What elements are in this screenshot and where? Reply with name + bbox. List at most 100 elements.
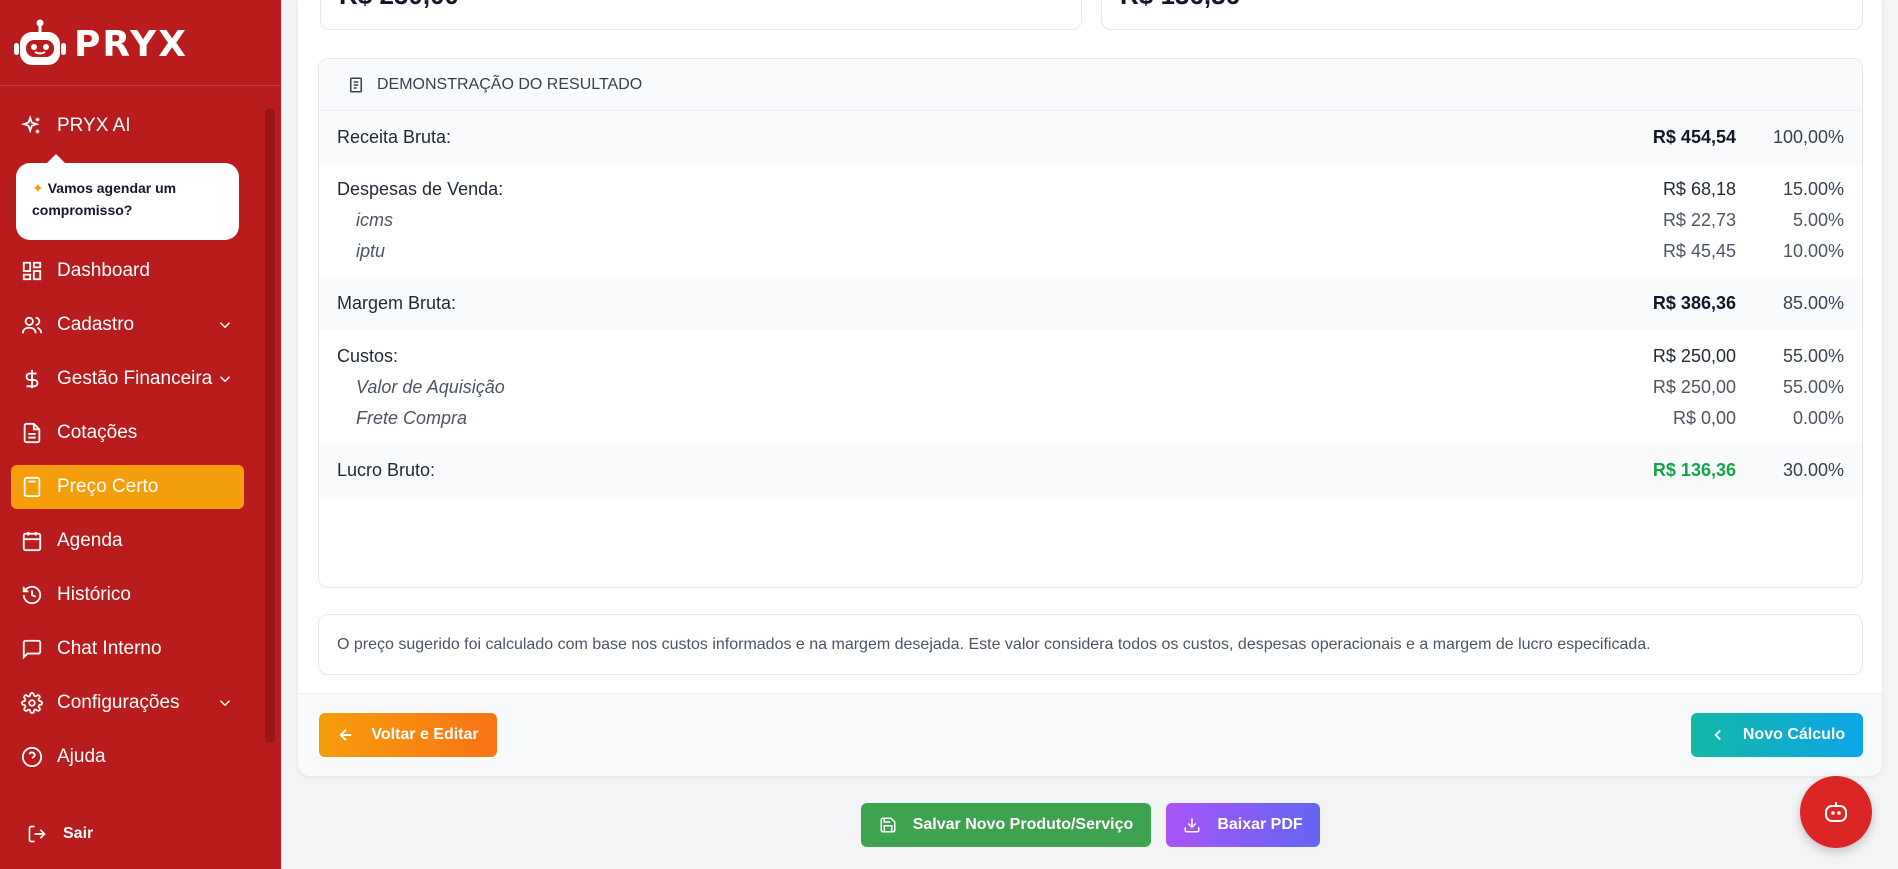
row-percent: 55.00%: [1782, 345, 1844, 366]
ai-assistant-button[interactable]: [1800, 776, 1872, 848]
sidebar-item-label: Dashboard: [57, 260, 150, 281]
new-calculation-button[interactable]: Novo Cálculo: [1691, 713, 1863, 757]
logo[interactable]: PRYX: [14, 14, 188, 74]
sidebar: PRYX PRYX AI ✦ Vamos agendar um compromis…: [0, 0, 281, 869]
row-label: Despesas de Venda:: [337, 178, 504, 199]
row-value: R$ 454,54: [1652, 127, 1736, 147]
sidebar-item-label: Cadastro: [57, 314, 135, 335]
summary-box-right: R$ 136,36: [1101, 0, 1863, 30]
row-percent: 85.00%: [1782, 293, 1844, 313]
download-icon: [1184, 818, 1200, 833]
sidebar-item-cotacoes[interactable]: Cotações: [11, 411, 244, 455]
sidebar-item-preco-certo[interactable]: Preço Certo: [11, 465, 244, 509]
sidebar-item-label: Chat Interno: [57, 638, 162, 659]
download-pdf-button[interactable]: Baixar PDF: [1166, 803, 1320, 847]
logout-icon: [28, 825, 46, 843]
row-percent: 10.00%: [1782, 240, 1844, 261]
save-product-button[interactable]: Salvar Novo Produto/Serviço: [861, 803, 1151, 847]
sidebar-item-label: Gestão Financeira: [57, 368, 213, 389]
row-percent: 0.00%: [1792, 407, 1844, 428]
row-label: Valor de Aquisição: [356, 376, 505, 397]
gear-icon: [21, 692, 43, 714]
price-note-text: O preço sugerido foi calculado com base …: [337, 635, 1651, 653]
sidebar-item-label: Preço Certo: [57, 476, 159, 497]
row-label: Custos:: [337, 345, 399, 366]
row-value: R$ 386,36: [1652, 293, 1736, 313]
price-note: O preço sugerido foi calculado com base …: [318, 614, 1863, 675]
row-value: R$ 45,45: [1662, 240, 1736, 261]
sidebar-item-gestao-financeira[interactable]: Gestão Financeira: [11, 357, 244, 401]
robot-icon: [1825, 802, 1847, 822]
chat-icon: [22, 639, 42, 660]
row-despesa-item: icms R$ 22,73 5.00%: [319, 205, 1862, 235]
chevron-left-icon: [1714, 729, 1721, 741]
sidebar-item-ajuda[interactable]: Ajuda: [11, 735, 244, 779]
sidebar-item-cadastro[interactable]: Cadastro: [11, 303, 244, 347]
save-icon: [880, 817, 896, 833]
card-footer: [298, 693, 1882, 776]
income-statement-header: DEMONSTRAÇÃO DO RESULTADO: [319, 59, 1862, 111]
row-label: Receita Bruta:: [337, 127, 452, 147]
calendar-icon: [22, 531, 42, 552]
document-icon: [350, 77, 362, 92]
dollar-icon: [25, 369, 39, 389]
row-margem-bruta: Margem Bruta: R$ 386,36 85.00%: [319, 277, 1862, 330]
row-value: R$ 22,73: [1662, 209, 1736, 230]
document-icon: [23, 422, 41, 444]
row-despesa-item: iptu R$ 45,45 10.00%: [319, 236, 1862, 266]
logout-button[interactable]: Sair: [11, 812, 93, 856]
row-percent: 15.00%: [1782, 178, 1844, 199]
row-lucro-bruto: Lucro Bruto: R$ 136,36 30.00%: [319, 444, 1862, 497]
sidebar-item-label: PRYX AI: [57, 115, 131, 136]
sidebar-item-historico[interactable]: Histórico: [11, 573, 244, 617]
row-label: Frete Compra: [356, 407, 468, 428]
robot-logo-icon: [14, 19, 66, 65]
back-edit-button[interactable]: Voltar e Editar: [319, 713, 497, 757]
users-icon: [21, 316, 43, 334]
row-value: R$ 250,00: [1652, 376, 1736, 397]
row-custo-item: Frete Compra R$ 0,00 0.00%: [319, 403, 1862, 433]
income-statement-title: DEMONSTRAÇÃO DO RESULTADO: [377, 75, 643, 93]
row-label: Lucro Bruto:: [337, 460, 436, 480]
row-custos: Custos: R$ 250,00 55.00%: [319, 341, 1862, 371]
tooltip-text: Vamos agendar um compromisso?: [32, 180, 177, 218]
row-value: R$ 136,36: [1652, 460, 1736, 480]
new-calculation-label: Novo Cálculo: [1742, 726, 1846, 743]
row-label: icms: [356, 209, 393, 230]
sidebar-item-pryx-ai[interactable]: PRYX AI: [11, 104, 244, 148]
chevron-down-icon: [219, 700, 231, 707]
ai-tooltip[interactable]: ✦ Vamos agendar um compromisso?: [16, 154, 239, 240]
summary-value: R$ 136,36: [1120, 0, 1240, 11]
sidebar-item-label: Agenda: [57, 530, 123, 551]
calculator-icon: [23, 476, 41, 498]
help-icon: [21, 746, 43, 768]
row-receita-bruta: Receita Bruta: R$ 454,54 100,00%: [319, 111, 1862, 164]
sidebar-item-agenda[interactable]: Agenda: [11, 519, 244, 563]
row-label: iptu: [356, 240, 386, 261]
grid-icon: [22, 261, 42, 281]
sidebar-item-configuracoes[interactable]: Configurações: [11, 681, 244, 725]
row-percent: 100,00%: [1772, 127, 1844, 147]
income-statement: DEMONSTRAÇÃO DO RESULTADO Receita Bruta:…: [318, 58, 1863, 588]
sidebar-item-label: Histórico: [57, 584, 131, 605]
row-percent: 5.00%: [1792, 209, 1844, 230]
chevron-down-icon: [219, 376, 231, 383]
history-icon: [22, 585, 42, 605]
summary-box-left: R$ 250,00: [320, 0, 1082, 30]
sparkles-icon: [21, 115, 40, 134]
sidebar-item-label: Configurações: [57, 692, 180, 713]
row-despesas-venda: Despesas de Venda: R$ 68,18 15.00%: [319, 174, 1862, 204]
download-pdf-label: Baixar PDF: [1217, 816, 1303, 833]
row-percent: 55.00%: [1782, 376, 1844, 397]
logout-label: Sair: [63, 825, 94, 842]
sidebar-divider: [0, 85, 281, 86]
arrow-left-icon: [339, 729, 352, 741]
brand-name: PRYX: [74, 23, 188, 65]
sidebar-item-chat-interno[interactable]: Chat Interno: [11, 627, 244, 671]
chevron-down-icon: [219, 322, 231, 329]
row-value: R$ 0,00: [1672, 407, 1736, 428]
sidebar-item-dashboard[interactable]: Dashboard: [11, 249, 244, 293]
sidebar-scrollbar[interactable]: [265, 108, 275, 743]
row-custo-item: Valor de Aquisição R$ 250,00 55.00%: [319, 372, 1862, 402]
row-label: Margem Bruta:: [337, 293, 457, 313]
